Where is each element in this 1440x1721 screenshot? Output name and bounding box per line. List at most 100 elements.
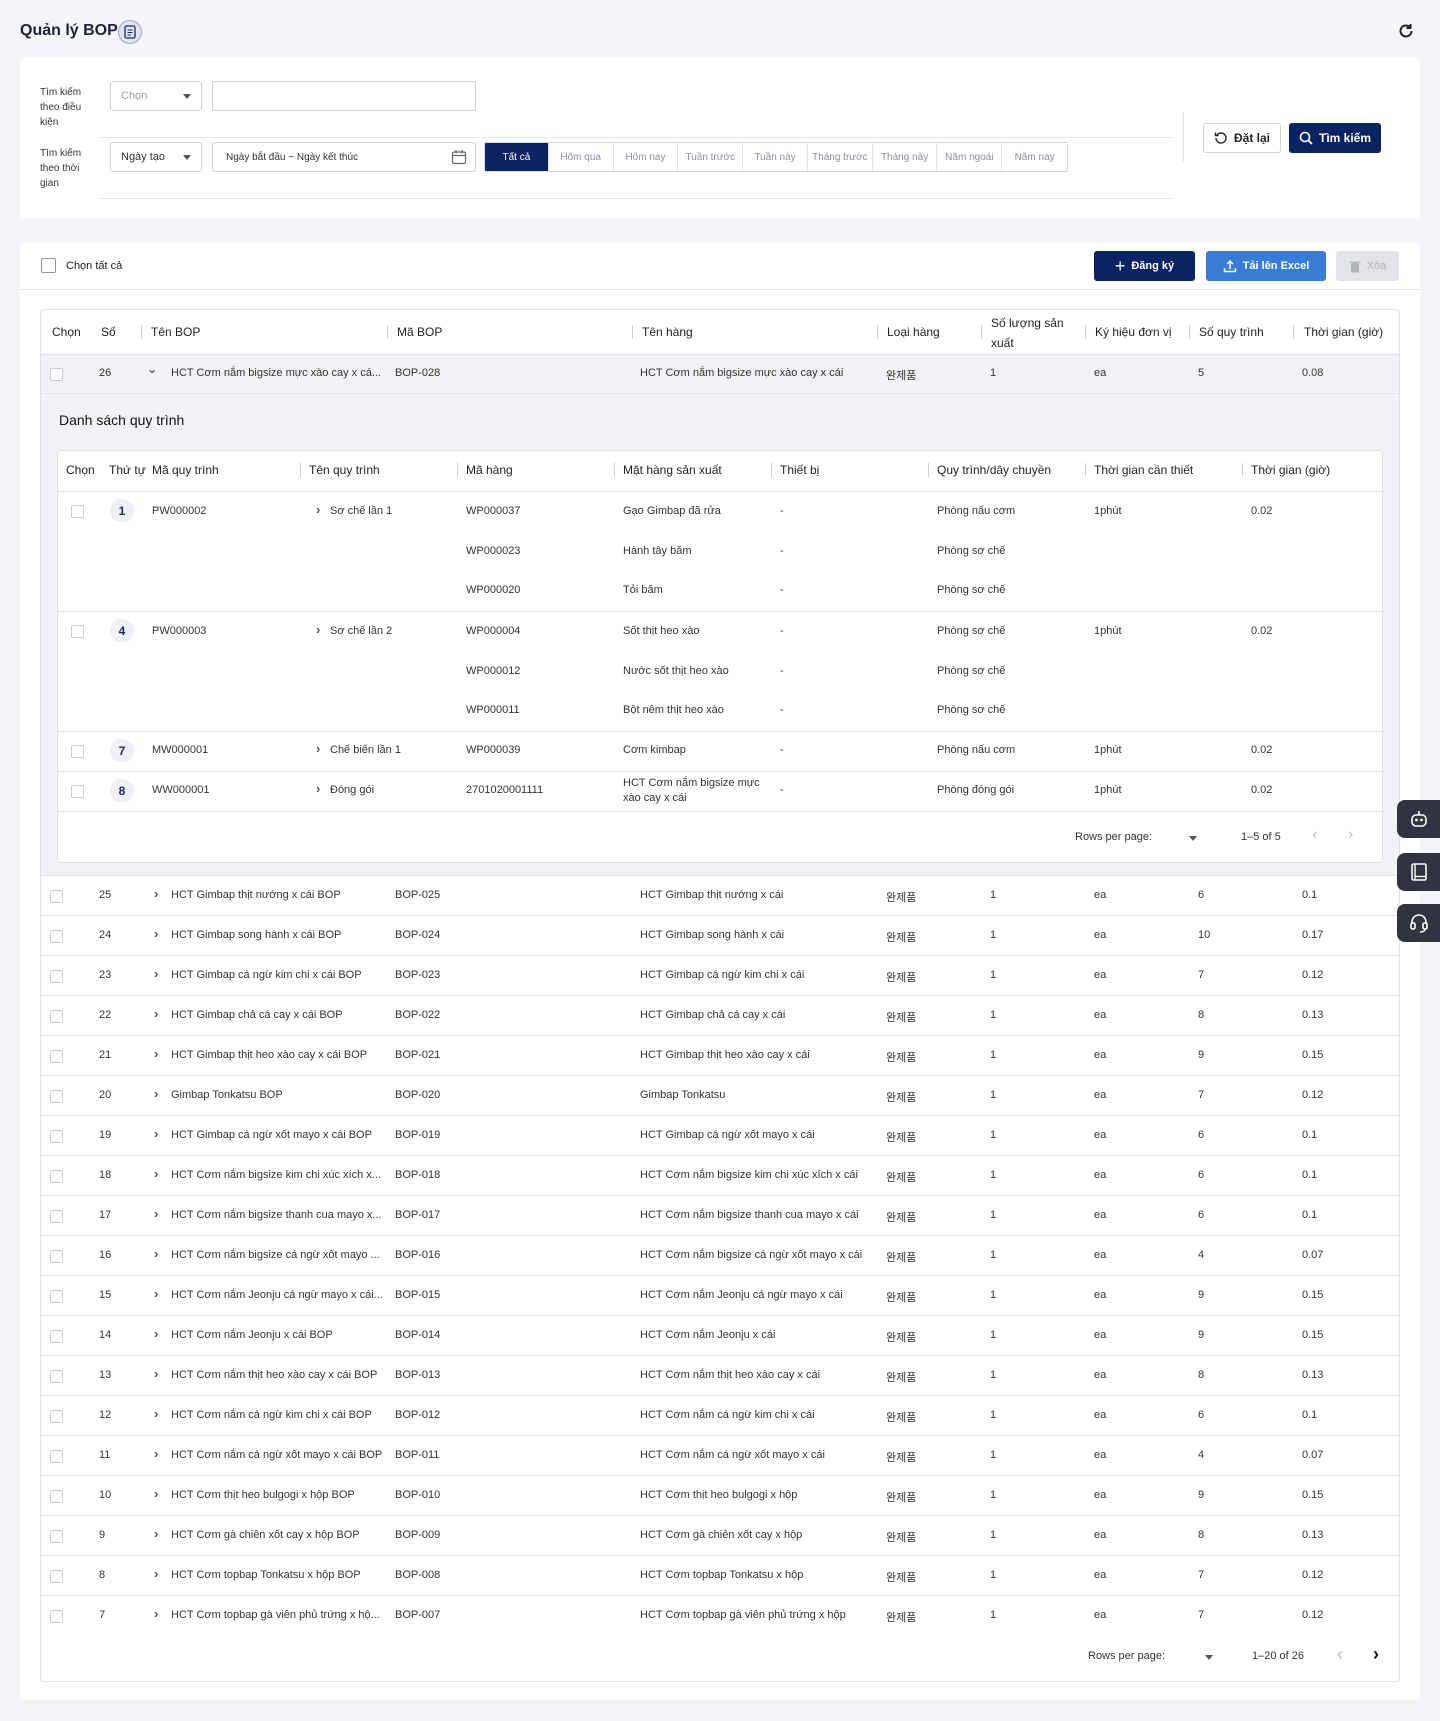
process-checkbox[interactable] [71, 625, 84, 638]
table-row[interactable]: › 12 HCT Cơm nắm cá ngừ kim chi x cái BOP B… [41, 1395, 1399, 1435]
select-all[interactable]: Chọn tất cả [41, 258, 122, 273]
condition-input[interactable] [212, 81, 476, 111]
support-button[interactable] [1397, 904, 1440, 942]
row-checkbox[interactable] [50, 890, 63, 903]
period-last-year[interactable]: Năm ngoái [937, 143, 1003, 171]
rows-per-page-dropdown[interactable] [1205, 1655, 1213, 1660]
chevron-right-icon[interactable]: › [154, 926, 158, 941]
row-checkbox[interactable] [50, 1370, 63, 1383]
table-row[interactable]: › 18 HCT Cơm nắm bigsize kim chi xúc xích … [41, 1155, 1399, 1195]
table-row[interactable]: › 16 HCT Cơm nắm bigsize cá ngừ xốt mayo .… [41, 1235, 1399, 1275]
table-row[interactable]: › 25 HCT Gimbap thịt nướng x cái BOP BOP-02… [41, 875, 1399, 915]
chevron-right-icon[interactable]: › [154, 1446, 158, 1461]
table-row[interactable]: › 15 HCT Cơm nắm Jeonju cá ngừ mayo x cái.… [41, 1275, 1399, 1315]
chevron-right-icon[interactable]: › [154, 1166, 158, 1181]
row-checkbox[interactable] [50, 1290, 63, 1303]
chevron-right-icon[interactable]: › [154, 1366, 158, 1381]
row-checkbox[interactable] [50, 1170, 63, 1183]
next-page-icon[interactable]: › [1348, 826, 1353, 844]
row-checkbox[interactable] [50, 1050, 63, 1063]
refresh-icon[interactable] [1396, 22, 1416, 42]
table-row[interactable]: › 21 HCT Gimbap thịt heo xào cay x cái BOP… [41, 1035, 1399, 1075]
period-last-month[interactable]: Tháng trước [807, 143, 873, 171]
table-row[interactable]: › 11 HCT Cơm nắm cá ngừ xốt mayo x cái BOP… [41, 1435, 1399, 1475]
chevron-right-icon[interactable]: › [154, 1206, 158, 1221]
chevron-right-icon[interactable]: › [154, 1126, 158, 1141]
chevron-right-icon[interactable]: › [154, 1246, 158, 1261]
period-all[interactable]: Tất cả [485, 143, 549, 171]
chevron-right-icon[interactable]: › [154, 966, 158, 981]
search-button[interactable]: Tìm kiếm [1289, 123, 1381, 153]
row-checkbox[interactable] [50, 1330, 63, 1343]
table-row[interactable]: › 24 HCT Gimbap song hành x cái BOP BOP-024… [41, 915, 1399, 955]
chevron-right-icon[interactable]: › [154, 1046, 158, 1061]
row-checkbox[interactable] [50, 1530, 63, 1543]
row-checkbox[interactable] [50, 1090, 63, 1103]
next-page-icon[interactable]: › [1373, 1644, 1379, 1665]
reset-button[interactable]: Đặt lại [1203, 123, 1281, 153]
chevron-down-icon[interactable]: › [146, 369, 161, 373]
table-row[interactable]: › 9 HCT Cơm gà chiên xốt cay x hộp BOP BOP-… [41, 1515, 1399, 1555]
row-checkbox[interactable] [50, 1250, 63, 1263]
chevron-right-icon[interactable]: › [316, 502, 320, 517]
chevron-right-icon[interactable]: › [154, 886, 158, 901]
chevron-right-icon[interactable]: › [154, 1006, 158, 1021]
period-today[interactable]: Hôm nay [613, 143, 679, 171]
manual-button[interactable] [1397, 853, 1440, 891]
rows-per-page-dropdown[interactable] [1189, 836, 1197, 841]
date-range-input[interactable]: Ngày bắt đầu ~ Ngày kết thúc [212, 142, 476, 172]
process-checkbox[interactable] [71, 785, 84, 798]
period-this-year[interactable]: Năm nay [1002, 143, 1067, 171]
row-checkbox[interactable] [50, 1490, 63, 1503]
row-checkbox[interactable] [50, 1010, 63, 1023]
register-button[interactable]: + Đăng ký [1094, 251, 1195, 281]
table-row[interactable]: › 19 HCT Gimbap cá ngừ xốt mayo x cái BOP B… [41, 1115, 1399, 1155]
line: Phòng đóng gói [937, 784, 1015, 796]
time-type-select[interactable]: Ngày tạo [110, 142, 202, 172]
table-row[interactable]: › 22 HCT Gimbap chả cá cay x cái BOP BOP-02… [41, 995, 1399, 1035]
row-checkbox[interactable] [50, 1130, 63, 1143]
period-this-week[interactable]: Tuần này [743, 143, 808, 171]
chevron-right-icon[interactable]: › [154, 1326, 158, 1341]
row-checkbox[interactable] [50, 1570, 63, 1583]
period-this-month[interactable]: Tháng này [872, 143, 938, 171]
chevron-right-icon[interactable]: › [316, 741, 320, 756]
process-checkbox[interactable] [71, 505, 84, 518]
document-icon[interactable] [118, 20, 142, 44]
chatbot-button[interactable] [1397, 800, 1440, 838]
row-checkbox[interactable] [50, 930, 63, 943]
row-checkbox[interactable] [50, 1450, 63, 1463]
row-checkbox[interactable] [50, 1210, 63, 1223]
calendar-icon[interactable] [451, 149, 467, 165]
prev-page-icon[interactable]: ‹ [1337, 1644, 1343, 1665]
table-row[interactable]: › 23 HCT Gimbap cá ngừ kim chi x cái BOP BO… [41, 955, 1399, 995]
table-row[interactable]: 26 › HCT Cơm nắm bigsize mực xào cay x c… [41, 355, 1399, 393]
select-all-checkbox[interactable] [41, 258, 56, 273]
period-last-week[interactable]: Tuần trước [678, 143, 744, 171]
chevron-right-icon[interactable]: › [316, 781, 320, 796]
table-row[interactable]: › 20 Gimbap Tonkatsu BOP BOP-020 Gimbap Tonk… [41, 1075, 1399, 1115]
condition-select[interactable]: Chọn [110, 81, 202, 111]
chevron-right-icon[interactable]: › [154, 1406, 158, 1421]
delete-button[interactable]: Xóa [1336, 251, 1399, 281]
chevron-right-icon[interactable]: › [154, 1286, 158, 1301]
chevron-right-icon[interactable]: › [316, 622, 320, 637]
row-checkbox[interactable] [50, 1410, 63, 1423]
row-checkbox[interactable] [50, 1610, 63, 1623]
table-row[interactable]: › 13 HCT Cơm nắm thịt heo xào cay x cái BO… [41, 1355, 1399, 1395]
chevron-right-icon[interactable]: › [154, 1566, 158, 1581]
row-checkbox[interactable] [50, 970, 63, 983]
table-row[interactable]: › 14 HCT Cơm nắm Jeonju x cái BOP BOP-014 HC… [41, 1315, 1399, 1355]
chevron-right-icon[interactable]: › [154, 1086, 158, 1101]
chevron-right-icon[interactable]: › [154, 1486, 158, 1501]
upload-excel-button[interactable]: Tải lên Excel [1206, 251, 1326, 281]
period-yesterday[interactable]: Hôm qua [548, 143, 614, 171]
process-checkbox[interactable] [71, 745, 84, 758]
prev-page-icon[interactable]: ‹ [1312, 826, 1317, 844]
chevron-right-icon[interactable]: › [154, 1526, 158, 1541]
row-checkbox[interactable] [50, 368, 63, 381]
table-row[interactable]: › 8 HCT Cơm topbap Tonkatsu x hộp BOP BOP-0… [41, 1555, 1399, 1595]
chevron-right-icon[interactable]: › [154, 1606, 158, 1621]
table-row[interactable]: › 10 HCT Cơm thịt heo bulgogi x hộp BOP BOP… [41, 1475, 1399, 1515]
table-row[interactable]: › 17 HCT Cơm nắm bigsize thanh cua mayo x.… [41, 1195, 1399, 1235]
